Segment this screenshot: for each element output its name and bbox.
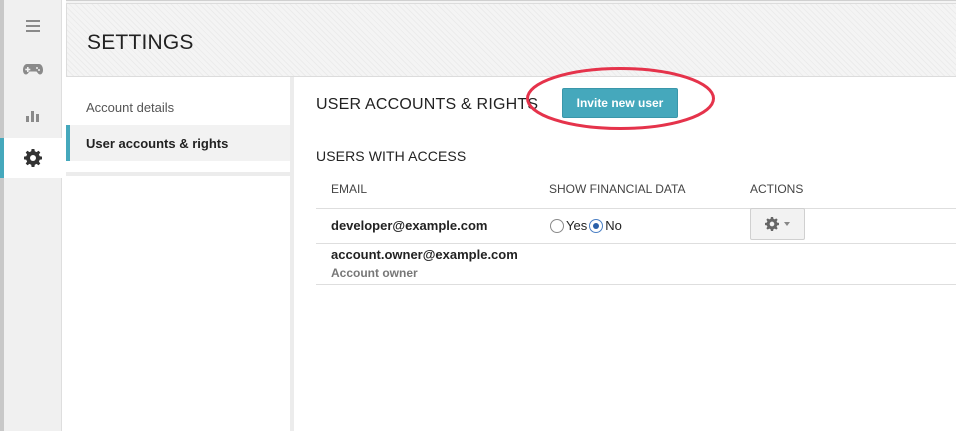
- page-title: SETTINGS: [87, 31, 194, 54]
- rail-stats-button[interactable]: [4, 95, 62, 135]
- column-header-actions: ACTIONS: [750, 182, 804, 196]
- user-email: account.owner@example.com: [331, 247, 518, 262]
- sidenav-empty-panel: [66, 176, 290, 431]
- gear-icon: [24, 149, 42, 167]
- sidenav-panel: Account details User accounts & rights: [66, 77, 290, 172]
- column-header-email: EMAIL: [331, 182, 368, 196]
- page-header: SETTINGS: [66, 3, 956, 77]
- user-role: Account owner: [331, 266, 418, 280]
- rail-games-button[interactable]: [4, 49, 62, 89]
- sidenav-item-label: User accounts & rights: [86, 135, 229, 151]
- column-header-financial: SHOW FINANCIAL DATA: [549, 182, 686, 196]
- financial-yes-radio[interactable]: [550, 218, 564, 233]
- user-email: developer@example.com: [331, 218, 488, 233]
- users-with-access-title: USERS WITH ACCESS: [316, 148, 467, 164]
- sidenav-item-account-details[interactable]: Account details: [66, 89, 290, 125]
- rail-settings-button[interactable]: [0, 138, 62, 178]
- chevron-down-icon: [784, 222, 790, 226]
- settings-sidenav: Account details User accounts & rights: [66, 77, 294, 431]
- table-row-divider: [316, 208, 956, 209]
- icon-rail: [0, 0, 62, 431]
- sidenav-item-user-accounts[interactable]: User accounts & rights: [66, 125, 290, 161]
- sidenav-item-label: Account details: [86, 99, 175, 115]
- gear-icon: [765, 217, 779, 231]
- section-title: USER ACCOUNTS & RIGHTS: [316, 96, 539, 113]
- financial-data-toggle: Yes No: [550, 218, 624, 233]
- main-content: USER ACCOUNTS & RIGHTS Invite new user U…: [294, 67, 956, 431]
- user-actions-button[interactable]: [750, 208, 805, 240]
- financial-no-radio[interactable]: [589, 218, 604, 233]
- financial-yes-label[interactable]: Yes: [566, 218, 587, 233]
- table-row-divider: [316, 243, 956, 244]
- table-row-divider: [316, 284, 956, 285]
- menu-icon: [26, 20, 40, 32]
- financial-no-label[interactable]: No: [605, 218, 622, 233]
- bar-chart-icon: [26, 110, 39, 122]
- rail-menu-button[interactable]: [4, 6, 62, 46]
- gamepad-icon: [23, 64, 43, 75]
- highlight-ring: [526, 67, 715, 130]
